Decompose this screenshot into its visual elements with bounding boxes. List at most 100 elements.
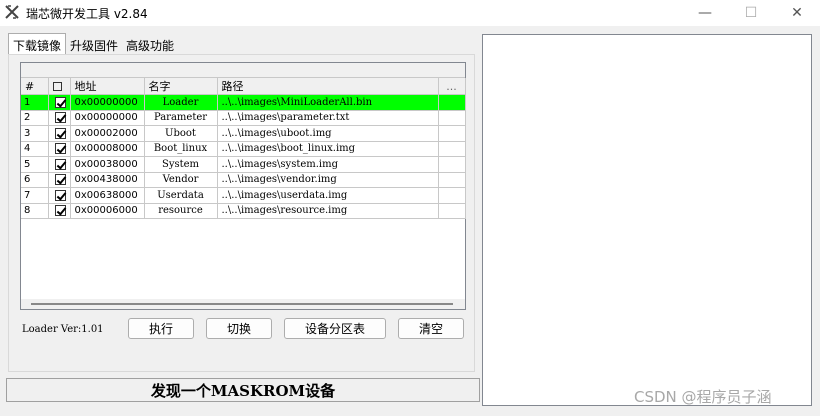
row-name[interactable]: System bbox=[144, 156, 218, 173]
row-path[interactable]: ..\..\images\vendor.img bbox=[217, 172, 439, 188]
table-header-row: # 地址 名字 路径 ... bbox=[21, 78, 466, 95]
empty-row bbox=[21, 219, 465, 235]
close-button[interactable]: ✕ bbox=[774, 0, 820, 26]
status-bar: 发现一个MASKROM设备 bbox=[6, 378, 480, 402]
table-row[interactable]: 7 0x00638000 Userdata ..\..\images\userdata… bbox=[21, 187, 466, 204]
row-more[interactable] bbox=[438, 187, 466, 204]
row-no: 7 bbox=[21, 187, 49, 204]
row-path[interactable]: ..\..\images\boot_linux.img bbox=[217, 141, 439, 157]
empty-row bbox=[21, 234, 465, 250]
watermark: CSDN @程序员子涵 bbox=[634, 388, 772, 406]
empty-row bbox=[21, 250, 465, 266]
row-no: 2 bbox=[21, 110, 49, 126]
title-bar: 瑞芯微开发工具 v2.84 — ☐ ✕ bbox=[0, 0, 820, 26]
header-path: 路径 bbox=[217, 78, 439, 95]
row-no: 4 bbox=[21, 141, 49, 157]
checkmark-icon[interactable] bbox=[54, 143, 66, 155]
row-name[interactable]: Vendor bbox=[144, 172, 218, 188]
checkmark-icon[interactable] bbox=[54, 189, 66, 201]
row-path[interactable]: ..\..\images\userdata.img bbox=[217, 187, 439, 204]
row-checkbox[interactable] bbox=[48, 156, 71, 173]
row-more[interactable] bbox=[438, 156, 466, 173]
row-name[interactable]: Boot_linux bbox=[144, 141, 218, 157]
row-checkbox[interactable] bbox=[48, 141, 71, 157]
row-address[interactable]: 0x00006000 bbox=[70, 203, 145, 219]
row-path[interactable]: ..\..\images\system.img bbox=[217, 156, 439, 173]
row-name[interactable]: Uboot bbox=[144, 125, 218, 142]
row-checkbox[interactable] bbox=[48, 125, 71, 142]
table-row[interactable]: 5 0x00038000 System ..\..\images\system.img bbox=[21, 156, 466, 173]
row-no: 6 bbox=[21, 172, 49, 188]
app-icon bbox=[5, 5, 19, 19]
clear-button[interactable]: 清空 bbox=[398, 318, 464, 339]
checkmark-icon[interactable] bbox=[54, 96, 66, 108]
table-row[interactable]: 6 0x00438000 Vendor ..\..\images\vendor.img bbox=[21, 172, 466, 188]
tab-download-image[interactable]: 下载镜像 bbox=[8, 33, 67, 55]
row-checkbox[interactable] bbox=[48, 172, 71, 188]
row-no: 1 bbox=[21, 94, 49, 111]
download-image-panel: # 地址 名字 路径 ... 1 0x00000000 Loader ..\..\im… bbox=[8, 54, 475, 372]
loader-version: Loader Ver:1.01 bbox=[22, 324, 104, 335]
row-no: 5 bbox=[21, 156, 49, 173]
row-name[interactable]: Loader bbox=[144, 94, 218, 111]
grid-top-strip bbox=[21, 63, 465, 78]
row-checkbox[interactable] bbox=[48, 187, 71, 204]
row-address[interactable]: 0x00000000 bbox=[70, 110, 145, 126]
row-checkbox[interactable] bbox=[48, 110, 71, 126]
switch-button[interactable]: 切换 bbox=[206, 318, 272, 339]
row-path[interactable]: ..\..\images\parameter.txt bbox=[217, 110, 439, 126]
row-name[interactable]: resource bbox=[144, 203, 218, 219]
row-checkbox[interactable] bbox=[48, 94, 71, 111]
checkmark-icon[interactable] bbox=[54, 112, 66, 124]
row-no: 8 bbox=[21, 203, 49, 219]
row-address[interactable]: 0x00000000 bbox=[70, 94, 145, 111]
table-row[interactable]: 1 0x00000000 Loader ..\..\images\MiniLoader… bbox=[21, 94, 466, 111]
header-name: 名字 bbox=[144, 78, 218, 95]
tab-upgrade-firmware[interactable]: 升级固件 bbox=[66, 35, 122, 55]
row-more[interactable] bbox=[438, 141, 466, 157]
row-more[interactable] bbox=[438, 203, 466, 219]
status-text: 发现一个MASKROM设备 bbox=[150, 381, 336, 400]
row-name[interactable]: Userdata bbox=[144, 187, 218, 204]
row-address[interactable]: 0x00008000 bbox=[70, 141, 145, 157]
scrollbar-thumb[interactable] bbox=[31, 303, 453, 305]
tab-advanced[interactable]: 高级功能 bbox=[122, 35, 178, 55]
row-address[interactable]: 0x00438000 bbox=[70, 172, 145, 188]
checkmark-icon[interactable] bbox=[54, 174, 66, 186]
row-name[interactable]: Parameter bbox=[144, 110, 218, 126]
table-row[interactable]: 4 0x00008000 Boot_linux ..\..\images\boot_l… bbox=[21, 141, 466, 157]
row-path[interactable]: ..\..\images\uboot.img bbox=[217, 125, 439, 142]
row-more[interactable] bbox=[438, 172, 466, 188]
table-row[interactable]: 2 0x00000000 Parameter ..\..\images\paramet… bbox=[21, 110, 466, 126]
row-address[interactable]: 0x00038000 bbox=[70, 156, 145, 173]
table-body: 1 0x00000000 Loader ..\..\images\MiniLoader… bbox=[21, 94, 466, 297]
table-row[interactable]: 8 0x00006000 resource ..\..\images\resource… bbox=[21, 203, 466, 219]
run-button[interactable]: 执行 bbox=[128, 318, 194, 339]
checkmark-icon[interactable] bbox=[54, 158, 66, 170]
empty-row bbox=[21, 265, 465, 281]
row-address[interactable]: 0x00002000 bbox=[70, 125, 145, 142]
row-no: 3 bbox=[21, 125, 49, 142]
tab-bar: 下载镜像 升级固件 高级功能 bbox=[8, 33, 178, 55]
row-more[interactable] bbox=[438, 94, 466, 111]
partition-grid: # 地址 名字 路径 ... 1 0x00000000 Loader ..\..\im… bbox=[20, 62, 466, 310]
checkmark-icon[interactable] bbox=[54, 127, 66, 139]
checkbox-all-icon bbox=[52, 82, 62, 91]
row-path[interactable]: ..\..\images\resource.img bbox=[217, 203, 439, 219]
row-more[interactable] bbox=[438, 110, 466, 126]
row-checkbox[interactable] bbox=[48, 203, 71, 219]
log-panel bbox=[482, 34, 812, 406]
empty-row bbox=[21, 281, 465, 297]
maximize-button[interactable]: ☐ bbox=[728, 0, 774, 26]
row-path[interactable]: ..\..\images\MiniLoaderAll.bin bbox=[217, 94, 439, 111]
row-more[interactable] bbox=[438, 125, 466, 142]
table-row[interactable]: 3 0x00002000 Uboot ..\..\images\uboot.img bbox=[21, 125, 466, 142]
header-check[interactable] bbox=[48, 78, 71, 95]
minimize-button[interactable]: — bbox=[682, 0, 728, 26]
row-address[interactable]: 0x00638000 bbox=[70, 187, 145, 204]
horizontal-scrollbar[interactable] bbox=[21, 299, 465, 309]
partition-table-button[interactable]: 设备分区表 bbox=[284, 318, 386, 339]
checkmark-icon[interactable] bbox=[54, 205, 66, 217]
window-title: 瑞芯微开发工具 v2.84 bbox=[26, 7, 148, 21]
partition-table: # 地址 名字 路径 ... 1 0x00000000 Loader ..\..\im… bbox=[21, 78, 466, 296]
